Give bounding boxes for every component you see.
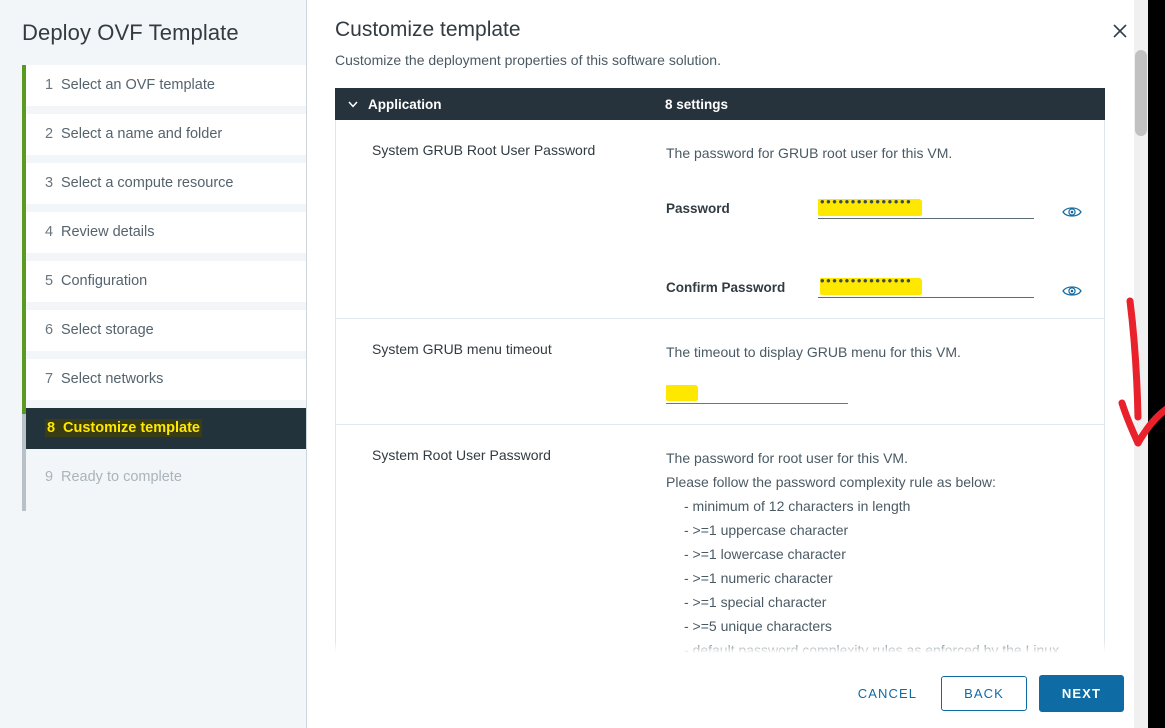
setting-label-root-password: System Root User Password <box>336 425 666 656</box>
sidebar-step-3[interactable]: 3Select a compute resource <box>26 163 306 204</box>
step-number: 7 <box>45 359 61 400</box>
eye-icon[interactable] <box>1062 284 1082 298</box>
step-number: 5 <box>45 261 61 302</box>
settings-rows: System GRUB Root User Password The passw… <box>335 120 1105 656</box>
setting-body-root-password: The password for root user for this VM. … <box>666 425 1104 656</box>
setting-description: The password for GRUB root user for this… <box>666 141 1090 165</box>
setting-description-2: Please follow the password complexity ru… <box>666 470 1090 494</box>
wizard-title: Deploy OVF Template <box>0 0 306 46</box>
confirm-password-input-value: ••••••••••••••• <box>820 269 912 293</box>
setting-label-grub-menu-timeout: System GRUB menu timeout <box>336 319 666 424</box>
step-number: 4 <box>45 212 61 253</box>
setting-description: The timeout to display GRUB menu for thi… <box>666 340 1090 364</box>
grub-timeout-input[interactable]: 60 <box>666 382 848 404</box>
settings-group-count: 8 settings <box>665 97 728 112</box>
setting-body-grub-menu-timeout: The timeout to display GRUB menu for thi… <box>666 319 1104 424</box>
password-rule: - minimum of 12 characters in length <box>666 494 1090 518</box>
wizard-steps-list: 1Select an OVF template 2Select a name a… <box>0 65 306 498</box>
next-button[interactable]: NEXT <box>1039 675 1124 712</box>
step-label: Configuration <box>61 273 147 289</box>
step-number: 6 <box>45 310 61 351</box>
sidebar-step-7[interactable]: 7Select networks <box>26 359 306 400</box>
step-label: Select networks <box>61 371 163 387</box>
password-rule: - default password complexity rules as e… <box>666 638 1090 656</box>
wizard-footer: CANCEL BACK NEXT <box>307 658 1148 728</box>
step-number: 3 <box>45 163 61 204</box>
settings-group-header-application[interactable]: Application 8 settings <box>335 88 1105 120</box>
field-label-password: Password <box>666 199 818 219</box>
step-number: 2 <box>45 114 61 155</box>
step-label: Select a compute resource <box>61 175 233 191</box>
step-number: 8 <box>47 408 63 449</box>
wizard-sidebar: Deploy OVF Template 1Select an OVF templ… <box>0 0 307 728</box>
field-confirm-password: Confirm Password ••••••••••••••• <box>666 270 1090 298</box>
setting-description: The password for root user for this VM. <box>666 446 1090 470</box>
page-scrollbar-thumb[interactable] <box>1135 50 1147 136</box>
password-rule: - >=5 unique characters <box>666 614 1090 638</box>
step-label: Ready to complete <box>61 469 182 485</box>
step-number: 9 <box>45 457 61 498</box>
password-rule: - >=1 numeric character <box>666 566 1090 590</box>
back-button[interactable]: BACK <box>941 676 1027 711</box>
eye-icon[interactable] <box>1062 205 1082 219</box>
setting-body-grub-root-password: The password for GRUB root user for this… <box>666 120 1104 318</box>
setting-label-grub-root-password: System GRUB Root User Password <box>336 120 666 318</box>
deploy-ovf-wizard: Deploy OVF Template 1Select an OVF templ… <box>0 0 1148 728</box>
sidebar-step-1[interactable]: 1Select an OVF template <box>26 65 306 106</box>
sidebar-step-2[interactable]: 2Select a name and folder <box>26 114 306 155</box>
settings-group-name: Application <box>368 97 442 112</box>
password-input[interactable]: ••••••••••••••• <box>818 196 1034 219</box>
confirm-password-input[interactable]: ••••••••••••••• <box>818 275 1034 298</box>
password-rule: - >=1 uppercase character <box>666 518 1090 542</box>
step-label: Select a name and folder <box>61 126 222 142</box>
sidebar-step-8-customize-template: 8Customize template <box>26 408 306 449</box>
table-row: System GRUB menu timeout The timeout to … <box>336 319 1104 425</box>
step-label: Select an OVF template <box>61 77 215 93</box>
password-input-value: ••••••••••••••• <box>820 190 912 214</box>
step-label: Customize template <box>63 420 200 436</box>
close-icon[interactable] <box>1109 20 1131 42</box>
step-label: Select storage <box>61 322 154 338</box>
step-label: Review details <box>61 224 155 240</box>
table-row: System Root User Password The password f… <box>336 425 1104 656</box>
table-row: System GRUB Root User Password The passw… <box>336 120 1104 319</box>
page-subtitle: Customize the deployment properties of t… <box>307 43 1148 69</box>
cancel-button[interactable]: CANCEL <box>844 677 931 710</box>
right-gutter <box>1148 0 1165 728</box>
field-password: Password ••••••••••••••• <box>666 191 1090 219</box>
highlight-marker <box>666 385 698 401</box>
sidebar-step-4[interactable]: 4Review details <box>26 212 306 253</box>
chevron-down-icon[interactable] <box>347 98 359 110</box>
settings-table: Application 8 settings System GRUB Root … <box>335 88 1105 656</box>
page-title: Customize template <box>307 0 1148 43</box>
password-rule: - >=1 lowercase character <box>666 542 1090 566</box>
sidebar-step-6[interactable]: 6Select storage <box>26 310 306 351</box>
sidebar-step-9: 9Ready to complete <box>26 457 306 498</box>
sidebar-step-5[interactable]: 5Configuration <box>26 261 306 302</box>
field-label-confirm-password: Confirm Password <box>666 278 818 298</box>
step-number: 1 <box>45 65 61 106</box>
wizard-main-panel: Customize template Customize the deploym… <box>307 0 1148 728</box>
password-rule: - >=1 special character <box>666 590 1090 614</box>
